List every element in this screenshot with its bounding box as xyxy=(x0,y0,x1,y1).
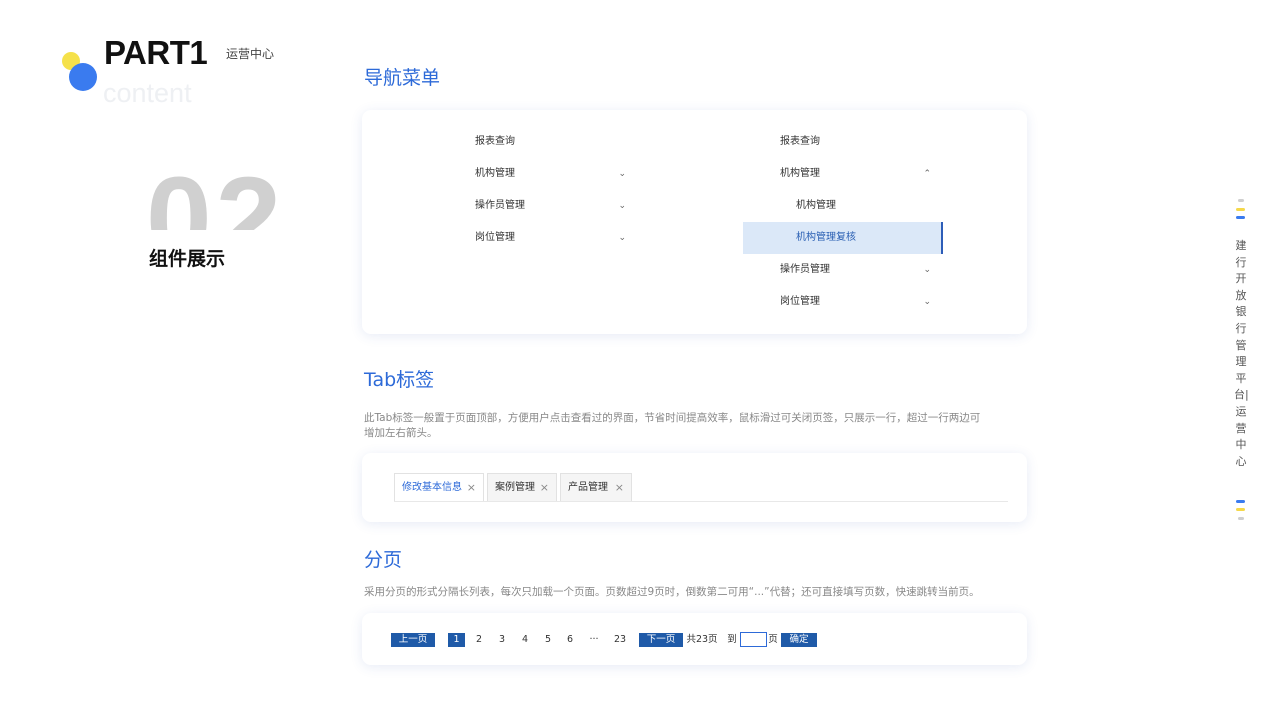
blue-dash-icon xyxy=(1236,216,1245,219)
tab-case-mgmt[interactable]: 案例管理 × xyxy=(487,473,557,501)
tab-label: 案例管理 xyxy=(495,482,535,493)
part-title: PART1 xyxy=(104,34,208,71)
tab-label: 产品管理 xyxy=(568,482,608,493)
tab-bar: 修改基本信息 × 案例管理 × 产品管理 × xyxy=(394,473,1008,502)
pagination-heading: 分页 xyxy=(364,549,403,571)
tab-edit-info[interactable]: 修改基本信息 × xyxy=(394,473,484,501)
menu-item-operator[interactable]: 操作员管理 ⌄ xyxy=(743,254,943,286)
blue-dash-icon xyxy=(1236,500,1245,503)
section-number-wrap: 02 xyxy=(140,160,290,230)
chevron-down-icon: ⌄ xyxy=(923,265,931,275)
vertical-platform-title: 建行开放银行管理平台|运营中心 xyxy=(1234,239,1249,468)
nav-menu-card: 报表查询 机构管理 ⌄ 操作员管理 ⌄ 岗位管理 ⌄ 报表查询 机构管理 ⌃ 机… xyxy=(362,110,1027,334)
menu-item-label: 机构管理 xyxy=(475,168,515,179)
chevron-down-icon: ⌄ xyxy=(618,169,626,179)
gray-dash-icon xyxy=(1238,517,1244,520)
menu-item-label: 岗位管理 xyxy=(780,296,820,307)
menu-item-label: 报表查询 xyxy=(780,136,820,147)
goto-label: 到 xyxy=(727,634,737,645)
submenu-item-org[interactable]: 机构管理 xyxy=(743,190,943,222)
prev-page-button[interactable]: 上一页 xyxy=(391,633,435,647)
close-icon[interactable]: × xyxy=(540,474,549,501)
page-button[interactable]: 6 xyxy=(563,633,577,647)
menu-item-report[interactable]: 报表查询 xyxy=(743,126,943,158)
close-icon[interactable]: × xyxy=(615,474,624,501)
menu-item-report[interactable]: 报表查询 xyxy=(438,126,638,158)
goto-page-input[interactable] xyxy=(740,632,767,647)
menu-item-label: 机构管理 xyxy=(796,200,836,211)
blue-dot-icon xyxy=(69,63,97,91)
menu-item-label: 操作员管理 xyxy=(475,200,525,211)
pagination-description: 采用分页的形式分隔长列表，每次只加载一个页面。页数超过9页时，倒数第二可用“..… xyxy=(364,586,980,598)
gray-dash-icon xyxy=(1238,199,1244,202)
menu-item-org[interactable]: 机构管理 ⌄ xyxy=(438,158,638,190)
page-ellipsis: ··· xyxy=(589,634,599,645)
content-ghost-text: content xyxy=(103,78,192,108)
chevron-up-icon: ⌃ xyxy=(923,169,931,179)
tab-heading: Tab标签 xyxy=(364,369,435,391)
section-number: 02 xyxy=(146,160,286,230)
tab-product-mgmt[interactable]: 产品管理 × xyxy=(560,473,632,501)
page-button[interactable]: 23 xyxy=(612,633,628,647)
close-icon[interactable]: × xyxy=(467,474,476,501)
tab-card: 修改基本信息 × 案例管理 × 产品管理 × xyxy=(362,453,1027,522)
chevron-down-icon: ⌄ xyxy=(618,201,626,211)
tab-label: 修改基本信息 xyxy=(402,482,462,493)
submenu-item-org-review[interactable]: 机构管理复核 xyxy=(743,222,943,254)
nav-menu-heading: 导航菜单 xyxy=(364,67,441,89)
logo-dots xyxy=(60,50,100,92)
yellow-dash-icon xyxy=(1236,208,1245,211)
menu-item-label: 机构管理 xyxy=(780,168,820,179)
page-button[interactable]: 4 xyxy=(518,633,532,647)
yellow-dash-icon xyxy=(1236,508,1245,511)
page-button[interactable]: 2 xyxy=(472,633,486,647)
page-button-current[interactable]: 1 xyxy=(448,633,465,647)
page-button[interactable]: 5 xyxy=(541,633,555,647)
menu-collapsed: 报表查询 机构管理 ⌄ 操作员管理 ⌄ 岗位管理 ⌄ xyxy=(438,126,638,254)
menu-item-operator[interactable]: 操作员管理 ⌄ xyxy=(438,190,638,222)
confirm-button[interactable]: 确定 xyxy=(781,633,817,647)
page-button[interactable]: 3 xyxy=(495,633,509,647)
next-page-button[interactable]: 下一页 xyxy=(639,633,683,647)
section-label: 组件展示 xyxy=(149,248,226,270)
page-unit-label: 页 xyxy=(768,634,778,645)
menu-expanded: 报表查询 机构管理 ⌃ 机构管理 机构管理复核 操作员管理 ⌄ 岗位管理 ⌄ xyxy=(743,126,943,318)
menu-item-position[interactable]: 岗位管理 ⌄ xyxy=(438,222,638,254)
pagination-card: 上一页 1 2 3 4 5 6 ··· 23 下一页 共23页 到 页 确定 xyxy=(362,613,1027,665)
chevron-down-icon: ⌄ xyxy=(923,297,931,307)
menu-item-label: 机构管理复核 xyxy=(796,232,856,243)
menu-item-org[interactable]: 机构管理 ⌃ xyxy=(743,158,943,190)
menu-item-label: 操作员管理 xyxy=(780,264,830,275)
menu-item-label: 报表查询 xyxy=(475,136,515,147)
tab-description: 此Tab标签一般置于页面顶部，方便用户点击查看过的界面，节省时间提高效率，鼠标滑… xyxy=(364,412,981,439)
part-subtitle: 运营中心 xyxy=(226,47,275,61)
chevron-down-icon: ⌄ xyxy=(618,233,626,243)
menu-item-position[interactable]: 岗位管理 ⌄ xyxy=(743,286,943,318)
total-pages-text: 共23页 xyxy=(686,634,718,645)
menu-item-label: 岗位管理 xyxy=(475,232,515,243)
